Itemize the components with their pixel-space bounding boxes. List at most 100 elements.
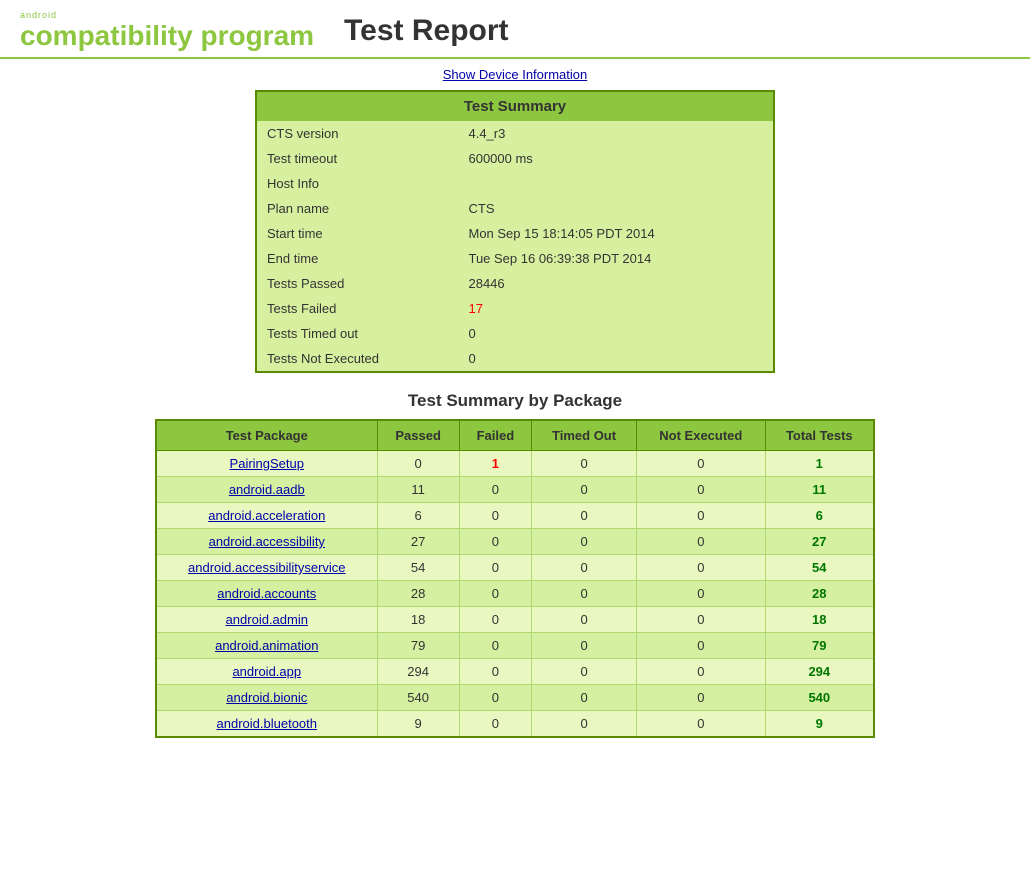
pkg-col-header: Failed — [459, 420, 531, 451]
pkg-name-cell: android.app — [156, 659, 377, 685]
pkg-passed-cell: 6 — [377, 503, 459, 529]
summary-row-value: Mon Sep 15 18:14:05 PDT 2014 — [458, 221, 774, 246]
pkg-name-link[interactable]: android.accessibilityservice — [188, 560, 346, 575]
show-device-link[interactable]: Show Device Information — [443, 67, 588, 82]
pkg-name-cell: android.acceleration — [156, 503, 377, 529]
summary-row-label: Test timeout — [256, 146, 458, 171]
pkg-notexecuted-cell: 0 — [637, 633, 766, 659]
pkg-name-link[interactable]: android.admin — [226, 612, 308, 627]
pkg-table-row: PairingSetup01001 — [156, 451, 874, 477]
pkg-total-cell: 1 — [765, 451, 874, 477]
pkg-total-cell: 9 — [765, 711, 874, 738]
pkg-total-cell: 79 — [765, 633, 874, 659]
pkg-table-row: android.app294000294 — [156, 659, 874, 685]
pkg-total-cell: 540 — [765, 685, 874, 711]
pkg-name-link[interactable]: android.bluetooth — [217, 716, 317, 731]
pkg-timedout-cell: 0 — [532, 711, 637, 738]
pkg-failed-cell: 0 — [459, 503, 531, 529]
summary-row-value: 0 — [458, 346, 774, 372]
pkg-failed-cell: 0 — [459, 555, 531, 581]
pkg-total-cell: 6 — [765, 503, 874, 529]
pkg-name-link[interactable]: PairingSetup — [230, 456, 304, 471]
pkg-total-cell: 54 — [765, 555, 874, 581]
summary-row: Tests Not Executed0 — [256, 346, 774, 372]
pkg-passed-cell: 79 — [377, 633, 459, 659]
pkg-passed-cell: 540 — [377, 685, 459, 711]
summary-row-value: 4.4_r3 — [458, 121, 774, 146]
pkg-table-row: android.accessibilityservice5400054 — [156, 555, 874, 581]
summary-row-label: Host Info — [256, 171, 458, 196]
summary-row-label: End time — [256, 246, 458, 271]
pkg-failed-cell: 0 — [459, 581, 531, 607]
pkg-name-cell: android.admin — [156, 607, 377, 633]
summary-row-label: Tests Timed out — [256, 321, 458, 346]
pkg-table-row: android.acceleration60006 — [156, 503, 874, 529]
pkg-name-link[interactable]: android.app — [232, 664, 301, 679]
logo-text: compatibility program — [20, 20, 314, 52]
pkg-passed-cell: 54 — [377, 555, 459, 581]
pkg-passed-cell: 9 — [377, 711, 459, 738]
pkg-name-cell: android.animation — [156, 633, 377, 659]
pkg-passed-cell: 11 — [377, 477, 459, 503]
pkg-total-cell: 18 — [765, 607, 874, 633]
summary-row-value: 28446 — [458, 271, 774, 296]
pkg-passed-cell: 28 — [377, 581, 459, 607]
pkg-passed-cell: 27 — [377, 529, 459, 555]
pkg-passed-cell: 18 — [377, 607, 459, 633]
pkg-table: Test PackagePassedFailedTimed OutNot Exe… — [155, 419, 875, 738]
pkg-name-link[interactable]: android.accessibility — [209, 534, 325, 549]
page-title: Test Report — [344, 14, 508, 48]
pkg-failed-cell: 0 — [459, 607, 531, 633]
pkg-name-cell: android.accessibility — [156, 529, 377, 555]
summary-row-label: Tests Not Executed — [256, 346, 458, 372]
pkg-table-row: android.admin1800018 — [156, 607, 874, 633]
summary-row-value: 0 — [458, 321, 774, 346]
pkg-failed-cell: 1 — [459, 451, 531, 477]
pkg-timedout-cell: 0 — [532, 685, 637, 711]
pkg-name-link[interactable]: android.bionic — [226, 690, 307, 705]
pkg-table-row: android.aadb1100011 — [156, 477, 874, 503]
summary-row: Tests Passed28446 — [256, 271, 774, 296]
pkg-name-link[interactable]: android.accounts — [217, 586, 316, 601]
pkg-name-link[interactable]: android.acceleration — [208, 508, 325, 523]
summary-row-label: Tests Passed — [256, 271, 458, 296]
pkg-notexecuted-cell: 0 — [637, 503, 766, 529]
pkg-table-row: android.accessibility2700027 — [156, 529, 874, 555]
pkg-col-header: Passed — [377, 420, 459, 451]
summary-row-value: Tue Sep 16 06:39:38 PDT 2014 — [458, 246, 774, 271]
pkg-timedout-cell: 0 — [532, 529, 637, 555]
pkg-name-cell: PairingSetup — [156, 451, 377, 477]
pkg-failed-cell: 0 — [459, 477, 531, 503]
pkg-name-cell: android.bionic — [156, 685, 377, 711]
summary-row-label: Start time — [256, 221, 458, 246]
pkg-name-cell: android.accessibilityservice — [156, 555, 377, 581]
pkg-total-cell: 11 — [765, 477, 874, 503]
summary-row-value: 600000 ms — [458, 146, 774, 171]
summary-row: Plan nameCTS — [256, 196, 774, 221]
pkg-notexecuted-cell: 0 — [637, 555, 766, 581]
pkg-col-header: Total Tests — [765, 420, 874, 451]
pkg-table-row: android.accounts2800028 — [156, 581, 874, 607]
summary-row: Test timeout600000 ms — [256, 146, 774, 171]
pkg-name-link[interactable]: android.animation — [215, 638, 318, 653]
pkg-timedout-cell: 0 — [532, 477, 637, 503]
summary-row: Start timeMon Sep 15 18:14:05 PDT 2014 — [256, 221, 774, 246]
summary-row-value — [458, 171, 774, 196]
pkg-name-cell: android.bluetooth — [156, 711, 377, 738]
pkg-passed-cell: 294 — [377, 659, 459, 685]
summary-row: Tests Failed17 — [256, 296, 774, 321]
summary-row: Host Info — [256, 171, 774, 196]
pkg-failed-cell: 0 — [459, 711, 531, 738]
summary-table: Test Summary CTS version4.4_r3Test timeo… — [255, 90, 775, 373]
pkg-col-header: Timed Out — [532, 420, 637, 451]
pkg-timedout-cell: 0 — [532, 451, 637, 477]
pkg-failed-cell: 0 — [459, 529, 531, 555]
pkg-timedout-cell: 0 — [532, 607, 637, 633]
pkg-timedout-cell: 0 — [532, 659, 637, 685]
pkg-timedout-cell: 0 — [532, 581, 637, 607]
pkg-name-link[interactable]: android.aadb — [229, 482, 305, 497]
pkg-col-header: Test Package — [156, 420, 377, 451]
pkg-timedout-cell: 0 — [532, 555, 637, 581]
summary-row-label: CTS version — [256, 121, 458, 146]
pkg-table-row: android.bionic540000540 — [156, 685, 874, 711]
